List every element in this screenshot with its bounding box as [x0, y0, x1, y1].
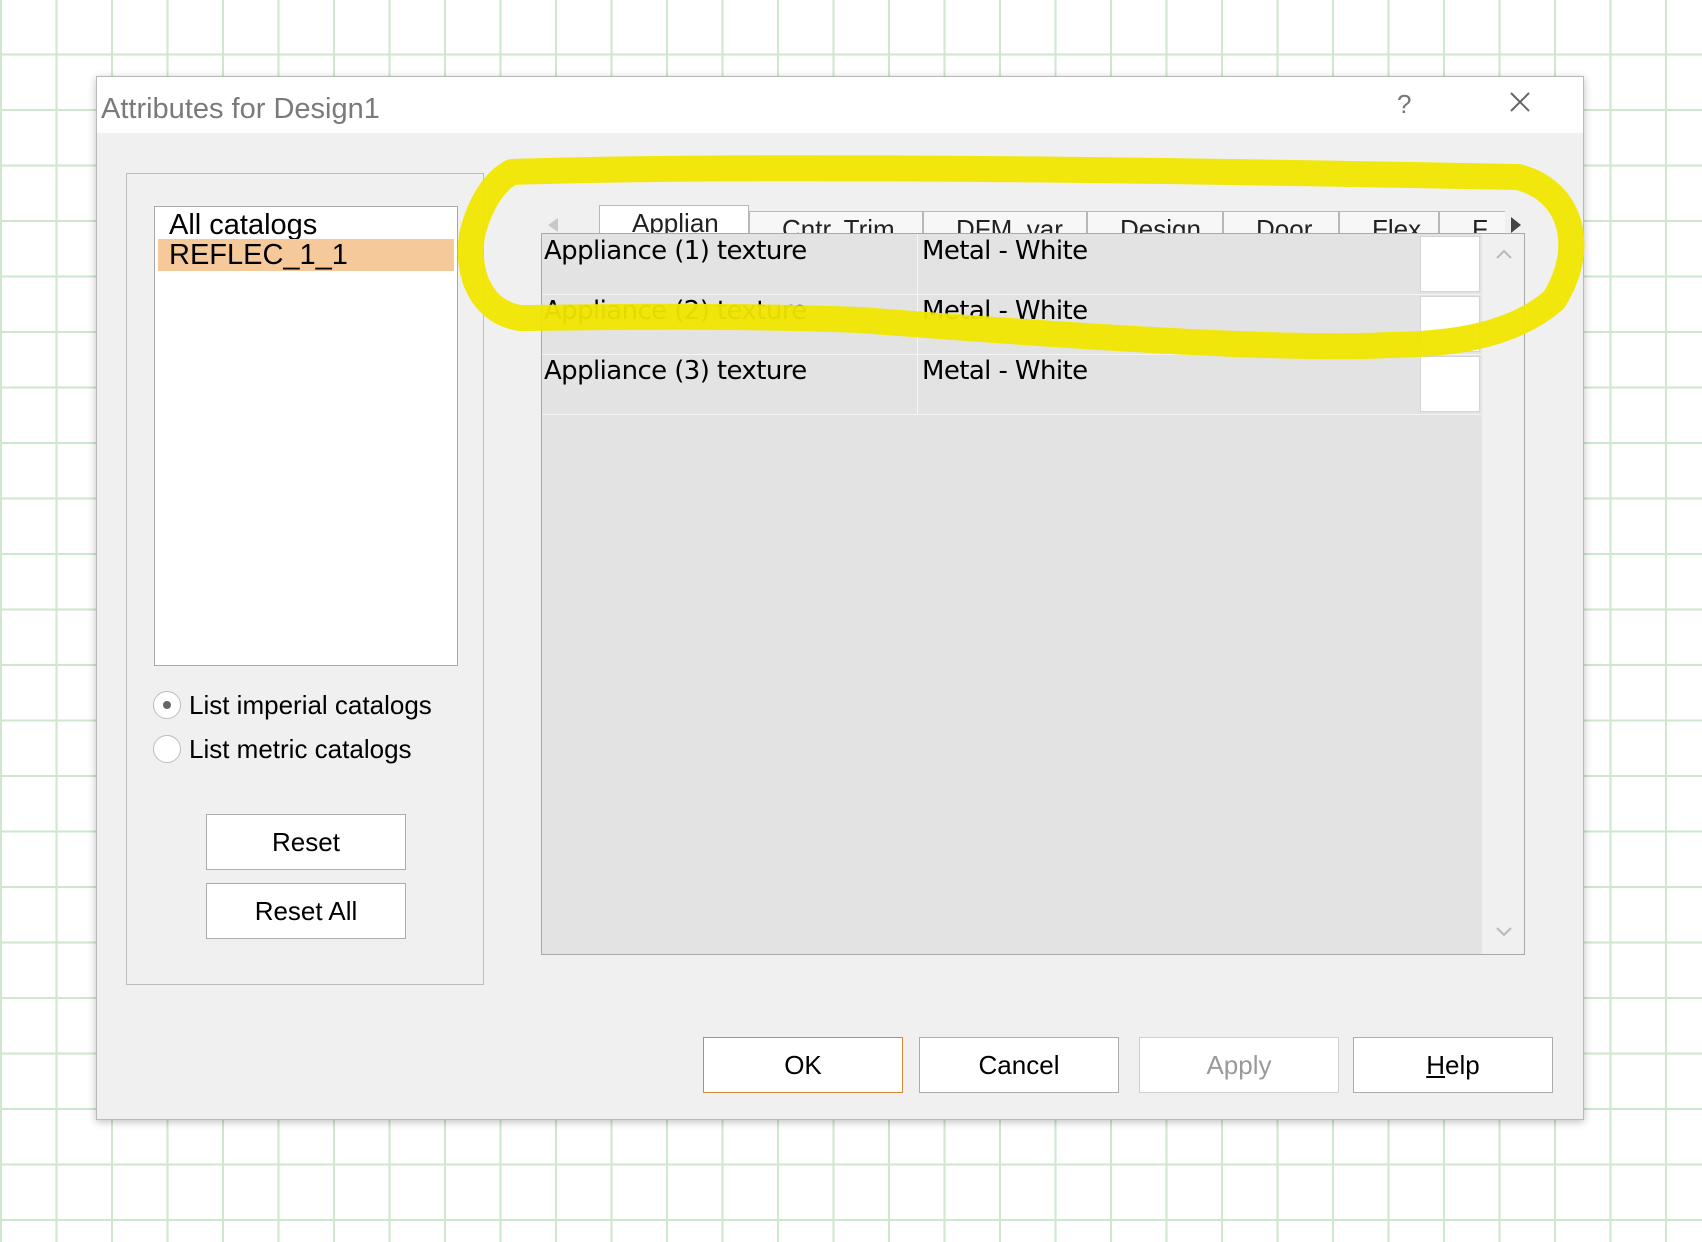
tab-f[interactable]: F — [1439, 211, 1505, 233]
catalog-item-reflec[interactable]: REFLEC_1_1 — [158, 239, 454, 271]
attribute-value[interactable]: Metal - White — [922, 356, 1088, 386]
metric-radio[interactable] — [153, 735, 181, 763]
help-mnemonic: H — [1426, 1049, 1446, 1080]
imperial-radio[interactable] — [153, 691, 181, 719]
imperial-radio-row[interactable]: List imperial catalogs — [153, 688, 432, 722]
dialog-title: Attributes for Design1 — [101, 93, 380, 125]
ok-button[interactable]: OK — [703, 1037, 903, 1093]
texture-swatch[interactable] — [1420, 296, 1480, 352]
help-label-rest: elp — [1445, 1049, 1480, 1080]
catalog-item-all[interactable]: All catalogs — [158, 209, 454, 241]
attribute-row[interactable]: Appliance (1) texture Metal - White — [542, 234, 1482, 295]
tab-dfm-var[interactable]: DFM_var — [923, 211, 1087, 233]
tab-door[interactable]: Door — [1223, 211, 1339, 233]
tab-design[interactable]: Design — [1087, 211, 1223, 233]
metric-radio-label: List metric catalogs — [189, 733, 412, 764]
texture-swatch[interactable] — [1420, 356, 1480, 412]
attribute-row[interactable]: Appliance (2) texture Metal - White — [542, 294, 1482, 355]
catalog-group: All catalogs REFLEC_1_1 List imperial ca… — [126, 173, 484, 985]
vertical-scrollbar[interactable] — [1482, 234, 1524, 954]
close-icon[interactable] — [1505, 87, 1535, 117]
scroll-down-icon[interactable] — [1495, 926, 1513, 938]
scroll-up-icon[interactable] — [1495, 248, 1513, 260]
attribute-tabs: Applian Cntr. Trim DFM_var Design Door F… — [541, 205, 1505, 233]
attribute-name: Appliance (1) texture — [544, 236, 807, 266]
attribute-value[interactable]: Metal - White — [922, 296, 1088, 326]
texture-swatch[interactable] — [1420, 236, 1480, 292]
apply-button[interactable]: Apply — [1139, 1037, 1339, 1093]
metric-radio-row[interactable]: List metric catalogs — [153, 732, 412, 766]
help-button[interactable]: Help — [1353, 1037, 1553, 1093]
tab-applian[interactable]: Applian — [599, 205, 749, 233]
tab-cntr-trim[interactable]: Cntr. Trim — [749, 211, 923, 233]
reset-all-button[interactable]: Reset All — [206, 883, 406, 939]
tab-flex[interactable]: Flex — [1339, 211, 1439, 233]
catalog-list[interactable]: All catalogs REFLEC_1_1 — [154, 206, 458, 666]
reset-button[interactable]: Reset — [206, 814, 406, 870]
tab-scroll-right-icon[interactable] — [1509, 217, 1523, 233]
attribute-value[interactable]: Metal - White — [922, 236, 1088, 266]
attributes-dialog: Attributes for Design1 ? All catalogs RE… — [96, 76, 1584, 1120]
title-bar: Attributes for Design1 ? — [97, 77, 1583, 133]
attribute-name: Appliance (3) texture — [544, 356, 807, 386]
attribute-row[interactable]: Appliance (3) texture Metal - White — [542, 354, 1482, 415]
help-icon[interactable]: ? — [1397, 89, 1411, 120]
attribute-name: Appliance (2) texture — [544, 296, 807, 326]
attribute-grid: Appliance (1) texture Metal - White Appl… — [541, 233, 1525, 955]
cancel-button[interactable]: Cancel — [919, 1037, 1119, 1093]
imperial-radio-label: List imperial catalogs — [189, 689, 432, 720]
